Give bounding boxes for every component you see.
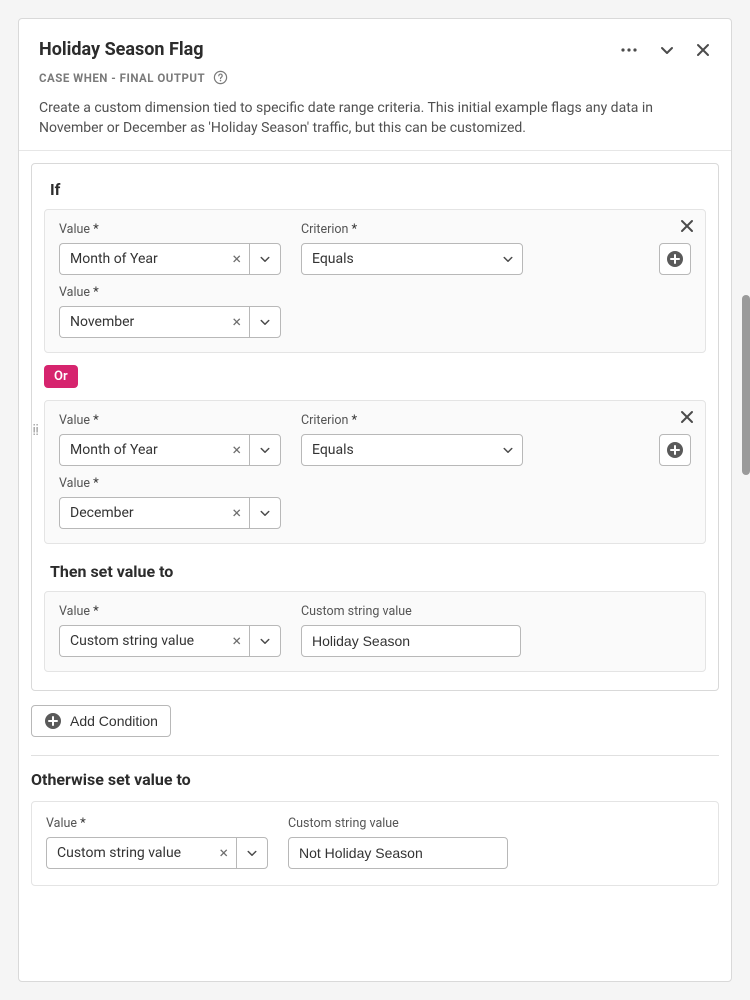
otherwise-value-type-combo[interactable]: Custom string value × — [46, 837, 268, 869]
drag-handle-icon[interactable]: ⠿⠿ — [32, 428, 41, 435]
otherwise-heading: Otherwise set value to — [31, 770, 719, 789]
then-card: Value * Custom string value × C — [44, 591, 706, 672]
chevron-down-icon[interactable] — [249, 306, 281, 338]
help-icon[interactable] — [213, 70, 228, 85]
criterion-text: Equals — [312, 251, 354, 267]
if-block: If Value * Month of Year × — [31, 163, 719, 691]
subtitle: CASE WHEN - FINAL OUTPUT — [39, 70, 711, 85]
otherwise-card: Value * Custom string value × Custom str… — [31, 801, 719, 886]
value-literal-text: December — [70, 505, 134, 521]
value-dimension-combo[interactable]: Month of Year × — [59, 434, 281, 466]
clear-icon[interactable]: × — [232, 505, 241, 521]
then-custom-string-input[interactable] — [301, 625, 521, 657]
or-operator-chip[interactable]: Or — [44, 365, 78, 388]
value-label: Value * — [59, 222, 281, 237]
panel-header: Holiday Season Flag CASE WHEN - FINAL OU… — [19, 19, 731, 150]
then-value-type-combo[interactable]: Custom string value × — [59, 625, 281, 657]
if-heading: If — [50, 180, 706, 199]
section-divider — [31, 755, 719, 756]
value-label: Value * — [59, 604, 281, 619]
condition-card: Value * Month of Year × — [44, 400, 706, 544]
remove-condition-icon[interactable] — [679, 218, 695, 234]
value-literal-text: November — [70, 314, 134, 330]
value-label: Value * — [46, 816, 268, 831]
chevron-down-icon[interactable] — [249, 243, 281, 275]
close-icon[interactable] — [695, 42, 711, 58]
description-text: Create a custom dimension tied to specif… — [39, 99, 711, 138]
add-condition-label: Add Condition — [70, 713, 158, 729]
custom-string-label: Custom string value — [301, 604, 521, 619]
otherwise-value-type-text: Custom string value — [57, 845, 181, 861]
chevron-down-icon[interactable] — [249, 625, 281, 657]
value-label: Value * — [59, 413, 281, 428]
subtitle-text: CASE WHEN - FINAL OUTPUT — [39, 71, 205, 85]
custom-string-label: Custom string value — [288, 816, 508, 831]
clear-icon[interactable]: × — [232, 314, 241, 330]
criterion-text: Equals — [312, 442, 354, 458]
criterion-label: Criterion * — [301, 413, 523, 428]
clear-icon[interactable]: × — [232, 633, 241, 649]
otherwise-custom-string-input[interactable] — [288, 837, 508, 869]
chevron-down-icon[interactable] — [659, 42, 675, 58]
clear-icon[interactable]: × — [219, 845, 228, 861]
add-criterion-button[interactable] — [659, 434, 691, 466]
chevron-down-icon[interactable] — [249, 497, 281, 529]
add-criterion-button[interactable] — [659, 243, 691, 275]
then-value-type-text: Custom string value — [70, 633, 194, 649]
derived-field-panel: Holiday Season Flag CASE WHEN - FINAL OU… — [18, 18, 732, 982]
criterion-label: Criterion * — [301, 222, 523, 237]
page-title: Holiday Season Flag — [39, 39, 619, 60]
remove-condition-icon[interactable] — [679, 409, 695, 425]
then-heading: Then set value to — [50, 562, 706, 581]
value-literal-combo[interactable]: December × — [59, 497, 281, 529]
criterion-select[interactable]: Equals — [301, 243, 523, 275]
value-label: Value * — [59, 285, 281, 300]
value-dimension-text: Month of Year — [70, 442, 158, 458]
criterion-select[interactable]: Equals — [301, 434, 523, 466]
add-condition-button[interactable]: Add Condition — [31, 705, 171, 737]
clear-icon[interactable]: × — [232, 251, 241, 267]
clear-icon[interactable]: × — [232, 442, 241, 458]
more-icon[interactable] — [619, 40, 639, 60]
scrollbar[interactable] — [742, 295, 750, 475]
chevron-down-icon[interactable] — [236, 837, 268, 869]
value-dimension-text: Month of Year — [70, 251, 158, 267]
value-dimension-combo[interactable]: Month of Year × — [59, 243, 281, 275]
value-label: Value * — [59, 476, 281, 491]
value-literal-combo[interactable]: November × — [59, 306, 281, 338]
chevron-down-icon[interactable] — [249, 434, 281, 466]
condition-card: Value * Month of Year × Criteri — [44, 209, 706, 353]
